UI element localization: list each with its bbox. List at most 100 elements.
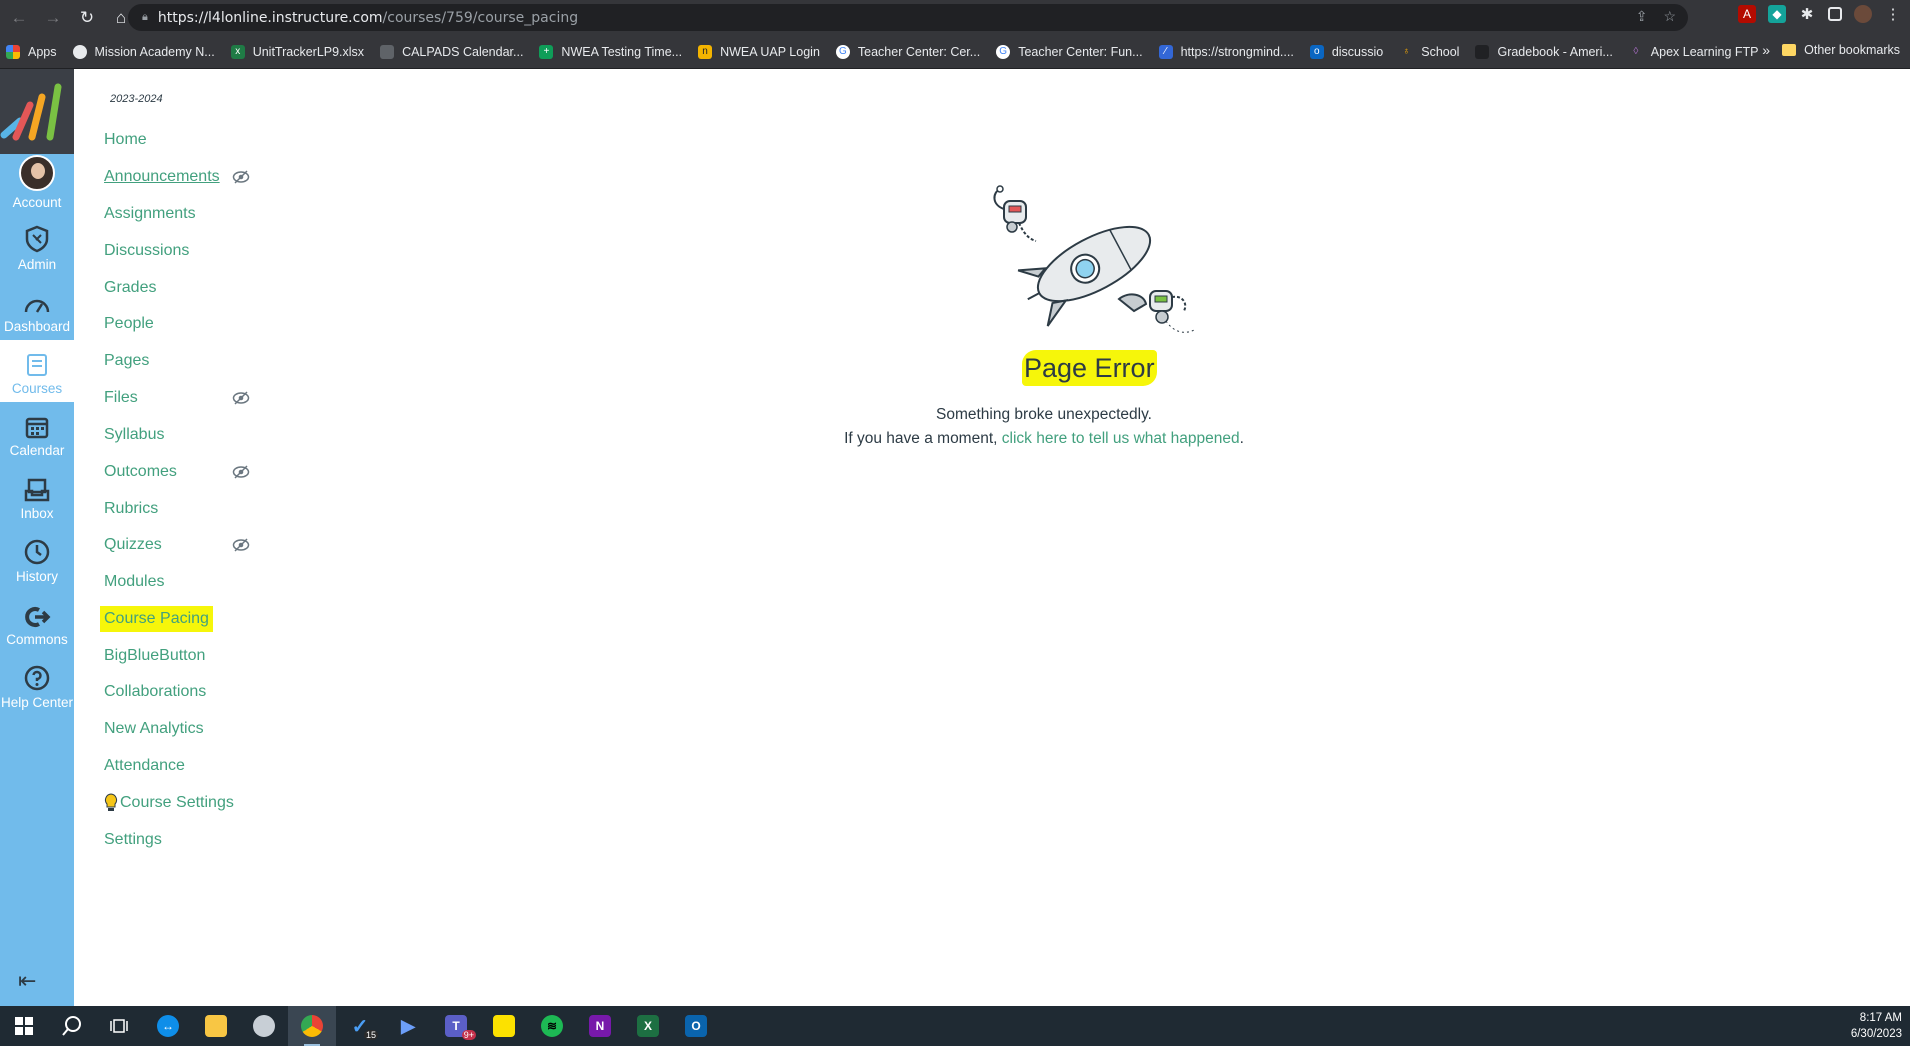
global-nav-history[interactable]: History — [0, 528, 74, 590]
google-icon: G — [996, 44, 1011, 59]
bookmark-item[interactable]: CALPADS Calendar... — [380, 44, 523, 59]
app-icon — [253, 1015, 275, 1037]
reload-icon[interactable]: ↻ — [72, 3, 102, 33]
bookmark-item[interactable]: Gradebook - Ameri... — [1475, 44, 1613, 59]
nav-label: Commons — [6, 632, 68, 647]
dashboard-icon — [24, 299, 50, 313]
forward-icon[interactable]: → — [38, 3, 68, 33]
shield-icon — [25, 225, 49, 253]
search-button[interactable] — [48, 1006, 96, 1046]
shield-extension-icon[interactable]: ◆ — [1768, 5, 1786, 23]
apps-grid-icon — [6, 44, 20, 59]
nav-link-label: Announcements — [104, 168, 220, 185]
global-nav-commons[interactable]: Commons — [0, 591, 74, 653]
global-nav-help-center[interactable]: Help Center — [0, 654, 74, 716]
global-nav-calendar[interactable]: Calendar — [0, 402, 74, 464]
course-nav-collaborations[interactable]: Collaborations — [104, 679, 206, 705]
bookmark-item[interactable]: G Teacher Center: Fun... — [996, 44, 1143, 59]
taskbar-spotify[interactable]: ≋ — [528, 1006, 576, 1046]
taskbar-app[interactable] — [240, 1006, 288, 1046]
bookmark-item[interactable]: n NWEA UAP Login — [698, 44, 820, 59]
bookmark-item[interactable]: ⁄ https://strongmind.... — [1158, 44, 1294, 59]
global-nav-courses[interactable]: Courses — [0, 340, 74, 402]
course-nav-modules[interactable]: Modules — [104, 569, 164, 595]
taskbar-teams[interactable]: T 9+ — [432, 1006, 480, 1046]
global-nav-inbox[interactable]: Inbox — [0, 465, 74, 527]
course-nav-discussions[interactable]: Discussions — [104, 238, 189, 264]
system-clock[interactable]: 8:17 AM 6/30/2023 — [1851, 1010, 1902, 1042]
course-nav-attendance[interactable]: Attendance — [104, 753, 185, 779]
bookmark-apps[interactable]: Apps — [6, 44, 57, 59]
nav-link-label: Syllabus — [104, 426, 165, 443]
taskbar-chrome[interactable] — [288, 1006, 336, 1046]
taskbar-teamviewer[interactable]: ↔ — [144, 1006, 192, 1046]
sidebar-toggle-icon[interactable] — [1828, 7, 1842, 21]
taskbar-todo[interactable]: ✓ 15 — [336, 1006, 384, 1046]
task-view-button[interactable] — [96, 1006, 144, 1046]
bookmark-item[interactable]: ◊ Apex Learning FTP — [1629, 45, 1758, 59]
lightbulb-icon — [104, 793, 118, 811]
course-nav-course-settings[interactable]: Course Settings — [104, 790, 234, 816]
start-button[interactable] — [0, 1006, 48, 1046]
nav-link-label: Rubrics — [104, 500, 159, 517]
collapse-nav-icon[interactable]: ⇤ — [18, 968, 36, 994]
bookmark-item[interactable]: G Teacher Center: Cer... — [835, 44, 980, 59]
courses-icon — [27, 354, 47, 376]
bookmark-item[interactable]: Mission Academy N... — [72, 44, 215, 59]
global-nav-account[interactable]: Account — [0, 154, 74, 216]
page-title: Page Error — [1022, 350, 1157, 386]
course-nav-grades[interactable]: Grades — [104, 275, 156, 301]
taskbar-outlook[interactable]: O — [672, 1006, 720, 1046]
course-nav-new-analytics[interactable]: New Analytics — [104, 716, 204, 742]
course-nav-quizzes[interactable]: Quizzes — [104, 532, 162, 558]
course-nav-course-pacing[interactable]: Course Pacing — [100, 606, 213, 632]
bookmark-item[interactable]: x UnitTrackerLP9.xlsx — [230, 44, 364, 59]
course-nav-people[interactable]: People — [104, 311, 154, 337]
url-text: https://l4lonline.instructure.com/course… — [157, 9, 579, 26]
back-icon[interactable]: ← — [4, 3, 34, 33]
bookmark-item[interactable]: + NWEA Testing Time... — [539, 44, 682, 59]
taskbar-excel[interactable]: X — [624, 1006, 672, 1046]
other-bookmarks-folder[interactable]: Other bookmarks — [1782, 43, 1900, 57]
canvas-logo[interactable] — [0, 69, 74, 154]
course-nav-settings[interactable]: Settings — [104, 827, 162, 853]
course-nav-syllabus[interactable]: Syllabus — [104, 422, 164, 448]
share-icon[interactable]: ⇪ — [1636, 8, 1648, 25]
global-nav-admin[interactable]: Admin — [0, 216, 74, 278]
taskbar-media[interactable]: ▶ — [384, 1006, 432, 1046]
bookmark-item[interactable]: ♁ School — [1399, 45, 1459, 59]
address-bar[interactable]: 🔒︎ https://l4lonline.instructure.com/cou… — [128, 4, 1688, 31]
global-nav-dashboard[interactable]: Dashboard — [0, 278, 74, 340]
nav-link-label: People — [104, 315, 154, 332]
course-nav-announcements[interactable]: Announcements — [104, 164, 220, 190]
taskbar-sticky-notes[interactable] — [480, 1006, 528, 1046]
course-nav-home[interactable]: Home — [104, 127, 147, 153]
todo-badge: 15 — [363, 1030, 378, 1040]
course-nav-bigbluebutton[interactable]: BigBlueButton — [104, 643, 205, 669]
nav-label: Dashboard — [3, 319, 71, 334]
pdf-extension-icon[interactable]: A — [1738, 5, 1756, 23]
menu-kebab-icon[interactable]: ⋮ — [1884, 5, 1902, 23]
taskbar-onenote[interactable]: N — [576, 1006, 624, 1046]
course-nav-pages[interactable]: Pages — [104, 348, 149, 374]
report-suffix: . — [1239, 430, 1244, 447]
task-view-icon — [110, 1019, 128, 1033]
course-nav-files[interactable]: Files — [104, 385, 138, 411]
report-problem-link[interactable]: click here to tell us what happened — [1002, 430, 1240, 447]
course-nav-rubrics[interactable]: Rubrics — [104, 496, 158, 522]
taskbar-file-explorer[interactable] — [192, 1006, 240, 1046]
more-bookmarks-chevron[interactable]: » — [1762, 42, 1770, 58]
course-nav-outcomes[interactable]: Outcomes — [104, 459, 177, 485]
clock-icon — [24, 539, 50, 565]
avatar — [19, 155, 55, 191]
profile-avatar-icon[interactable] — [1854, 5, 1872, 23]
bookmark-star-icon[interactable]: ☆ — [1663, 8, 1676, 25]
bookmark-item[interactable]: o discussio — [1309, 44, 1383, 59]
nav-link-label: Modules — [104, 573, 165, 590]
lock-icon: 🔒︎ — [142, 11, 148, 23]
course-nav-assignments[interactable]: Assignments — [104, 201, 196, 227]
outlook-icon: O — [685, 1015, 707, 1037]
puzzle-icon[interactable]: ✱ — [1798, 5, 1816, 23]
search-icon — [62, 1016, 81, 1036]
main-content: Page Error Something broke unexpectedly.… — [274, 69, 1910, 1006]
